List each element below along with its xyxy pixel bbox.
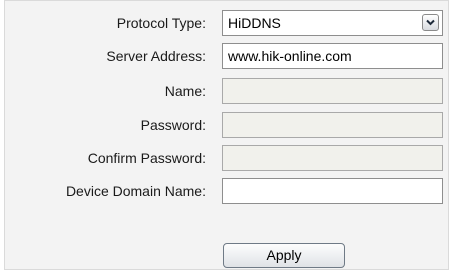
ddns-settings-panel: Protocol Type: HiDDNS Server Address: ww… <box>4 0 449 270</box>
server-address-input[interactable]: www.hik-online.com <box>222 43 443 69</box>
password-label: Password: <box>140 117 206 133</box>
server-address-label: Server Address: <box>106 48 206 64</box>
device-domain-name-input[interactable] <box>222 178 443 204</box>
chevron-down-icon <box>426 19 435 26</box>
protocol-type-label: Protocol Type: <box>116 15 206 31</box>
dropdown-button[interactable] <box>422 14 439 31</box>
device-domain-name-label: Device Domain Name: <box>65 183 206 199</box>
protocol-type-value: HiDDNS <box>228 15 281 31</box>
password-input[interactable] <box>222 112 443 138</box>
name-input[interactable] <box>222 78 443 104</box>
confirm-password-label: Confirm Password: <box>87 150 206 166</box>
name-label: Name: <box>164 83 206 99</box>
protocol-type-select[interactable]: HiDDNS <box>222 10 443 36</box>
confirm-password-input[interactable] <box>222 145 443 171</box>
apply-button[interactable]: Apply <box>223 243 345 268</box>
